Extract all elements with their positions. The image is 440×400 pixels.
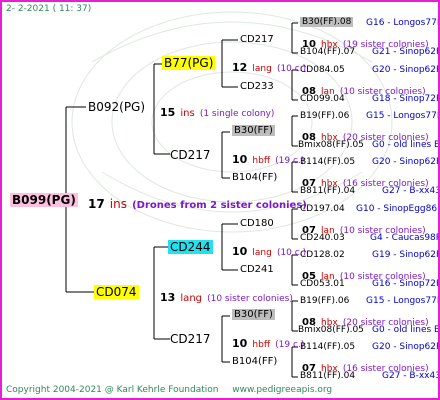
- gen4-name-7: B30(FF): [232, 309, 275, 320]
- gen2-top-note: (1 single colony): [199, 109, 275, 119]
- gen3-insemination-1: 12 lang (10 c.): [232, 58, 306, 74]
- gen5-name: B30(FF).08: [300, 17, 354, 27]
- gen3-unit-3: lang: [252, 248, 272, 258]
- gen3-unit-2: hbff: [252, 156, 271, 166]
- gen5-info: G16 - Longos77R: [366, 18, 440, 28]
- gen5-name: B19(FF).06: [300, 296, 350, 306]
- gen1-unit: ins: [109, 197, 127, 211]
- gen5-name: CD099.04: [300, 94, 345, 104]
- gen4-name-5: CD180: [240, 218, 274, 229]
- gen5-info: G21 - Sinop62R: [372, 47, 440, 57]
- gen4-node-7: B30(FF): [232, 309, 275, 320]
- gen2-top-count: 15: [160, 106, 176, 119]
- gen4-name-4: B104(FF): [232, 172, 278, 183]
- gen5-info: G20 - Sinop62R: [372, 157, 440, 167]
- gen1-note: (Drones from 2 sister colonies): [132, 200, 307, 211]
- gen2-top-unit: ins: [180, 108, 195, 119]
- gen5-info: G18 - Sinop72R: [372, 94, 440, 104]
- gen4-name-3: B30(FF): [232, 125, 275, 136]
- gen5-info: G0 - old lines B: [372, 140, 440, 150]
- gen5-name: B114(FF).05: [300, 157, 356, 167]
- gen5-name: CD197.04: [300, 204, 345, 214]
- gen5-name: B811(FF).04: [300, 371, 356, 381]
- gen5-info: G20 - Sinop62R: [372, 342, 440, 352]
- copyright-text: Copyright 2004-2021 @ Karl Kehrle Founda…: [6, 385, 219, 395]
- gen2-top-insemination: 15 ins (1 single colony): [160, 103, 274, 119]
- gen3-unit-4: hbff: [252, 340, 271, 350]
- footer: Copyright 2004-2021 @ Karl Kehrle Founda…: [6, 386, 332, 395]
- gen5-name: B19(FF).06: [300, 111, 350, 121]
- gen3-insemination-2: 10 hbff (19 c.): [232, 150, 304, 166]
- website-link[interactable]: www.pedigreeapis.org: [232, 385, 332, 395]
- gen2-bottom-count: 13: [160, 291, 176, 304]
- gen3-insemination-4: 10 hbff (19 c.): [232, 334, 304, 350]
- gen3-name-2: CD217: [170, 148, 211, 162]
- pedigree-frame: 2- 2-2021 ( 11: 37) B099(PG) 17 ins (Dro…: [0, 0, 440, 400]
- gen5-name: Bmix08(FF).05: [298, 325, 364, 335]
- gen3-count-4: 10: [232, 337, 248, 350]
- report-date: 2- 2-2021 ( 11: 37): [6, 4, 92, 14]
- gen5-info: G27 - B-xx43: [382, 186, 440, 196]
- gen2-bottom-name: CD074: [94, 285, 139, 299]
- gen2-bottom-unit: lang: [180, 293, 202, 304]
- gen3-name-4: CD217: [170, 332, 211, 346]
- gen5-name: B811(FF).04: [300, 186, 356, 196]
- gen3-count-2: 10: [232, 153, 248, 166]
- gen5-info: G15 - Longos77R: [366, 296, 440, 306]
- gen3-unit-1: lang: [252, 64, 272, 74]
- gen5-info: G15 - Longos77R: [366, 111, 440, 121]
- gen3-name-3: CD244: [168, 240, 213, 254]
- gen5-name: CD053.01: [300, 279, 345, 289]
- gen3-node-3: CD244: [168, 240, 213, 254]
- gen4-node-3: B30(FF): [232, 125, 275, 136]
- gen5-info: G0 - old lines B: [372, 325, 440, 335]
- gen5-name: Bmix08(FF).05: [298, 140, 364, 150]
- gen3-count-3: 10: [232, 245, 248, 258]
- gen5-info: G4 - Caucas98R: [370, 233, 440, 243]
- gen5-info: G20 - Sinop62R: [372, 65, 440, 75]
- gen2-bottom-insemination: 13 lang (10 sister colonies): [160, 288, 293, 304]
- gen5-info: G16 - Sinop72R: [372, 279, 440, 289]
- gen3-insemination-3: 10 lang (10 c.): [232, 242, 306, 258]
- gen3-name-1: B77(PG): [162, 56, 216, 70]
- gen5-name: B114(FF).05: [300, 342, 356, 352]
- gen2-bottom-note: (10 sister colonies): [207, 294, 293, 304]
- gen5-info: G27 - B-xx43: [382, 371, 440, 381]
- gen5-name: B104(FF).07: [300, 47, 356, 57]
- gen3-count-1: 12: [232, 61, 248, 74]
- gen1-insemination: 17 ins (Drones from 2 sister colonies): [88, 195, 307, 211]
- gen1-queen: B099(PG): [10, 193, 78, 207]
- gen4-name-8: B104(FF): [232, 356, 278, 367]
- gen4-name-6: CD241: [240, 264, 274, 275]
- gen3-node-1: B77(PG): [162, 56, 216, 70]
- gen5-info: G10 - SinopEgg86R: [356, 204, 440, 214]
- gen2-bottom: CD074: [94, 285, 139, 299]
- gen2-top-name: B092(PG): [88, 100, 146, 114]
- gen5-info: G19 - Sinop62R: [372, 250, 440, 260]
- gen5-name: CD084.05: [300, 65, 345, 75]
- gen1-queen-name: B099(PG): [10, 193, 78, 207]
- gen1-count: 17: [88, 197, 105, 211]
- gen5-name: CD240.03: [300, 233, 345, 243]
- gen5-name: CD128.02: [300, 250, 345, 260]
- gen4-name-2: CD233: [240, 81, 274, 92]
- gen5-entry: B30(FF).08: [300, 17, 354, 27]
- gen4-name-1: CD217: [240, 34, 274, 45]
